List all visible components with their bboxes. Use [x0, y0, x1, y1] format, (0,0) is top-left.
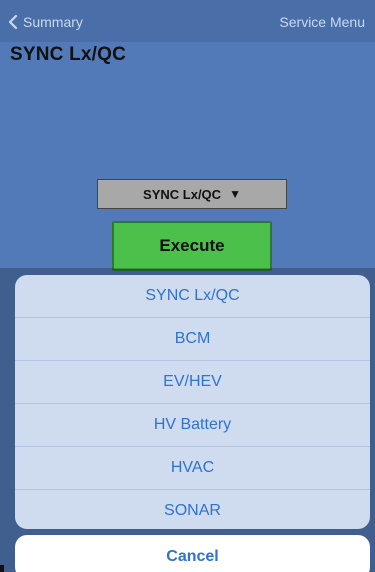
chevron-left-icon [8, 15, 18, 29]
sheet-option-sonar[interactable]: SONAR [15, 490, 370, 529]
triangle-down-icon: ▼ [229, 187, 241, 201]
module-dropdown-value: SYNC Lx/QC [143, 186, 222, 202]
sheet-option-sync[interactable]: SYNC Lx/QC [15, 275, 370, 318]
sheet-option-bcm[interactable]: BCM [15, 318, 370, 361]
module-action-sheet: SYNC Lx/QC BCM EV/HEV HV Battery HVAC SO… [15, 275, 370, 529]
back-button-label: Summary [23, 14, 83, 30]
execute-button[interactable]: Execute [112, 221, 272, 271]
app-screen: Summary Service Menu SYNC Lx/QC SYNC Lx/… [0, 0, 375, 572]
sheet-option-hvac[interactable]: HVAC [15, 447, 370, 490]
screen-corner-edge [0, 565, 4, 572]
module-dropdown[interactable]: SYNC Lx/QC ▼ [97, 179, 287, 209]
sheet-option-hv-battery[interactable]: HV Battery [15, 404, 370, 447]
navigation-bar: Summary Service Menu [0, 0, 375, 42]
service-menu-button[interactable]: Service Menu [279, 12, 365, 32]
sheet-option-ev-hev[interactable]: EV/HEV [15, 361, 370, 404]
cancel-button[interactable]: Cancel [15, 535, 370, 572]
back-button[interactable]: Summary [8, 12, 83, 32]
page-title: SYNC Lx/QC [10, 44, 127, 65]
